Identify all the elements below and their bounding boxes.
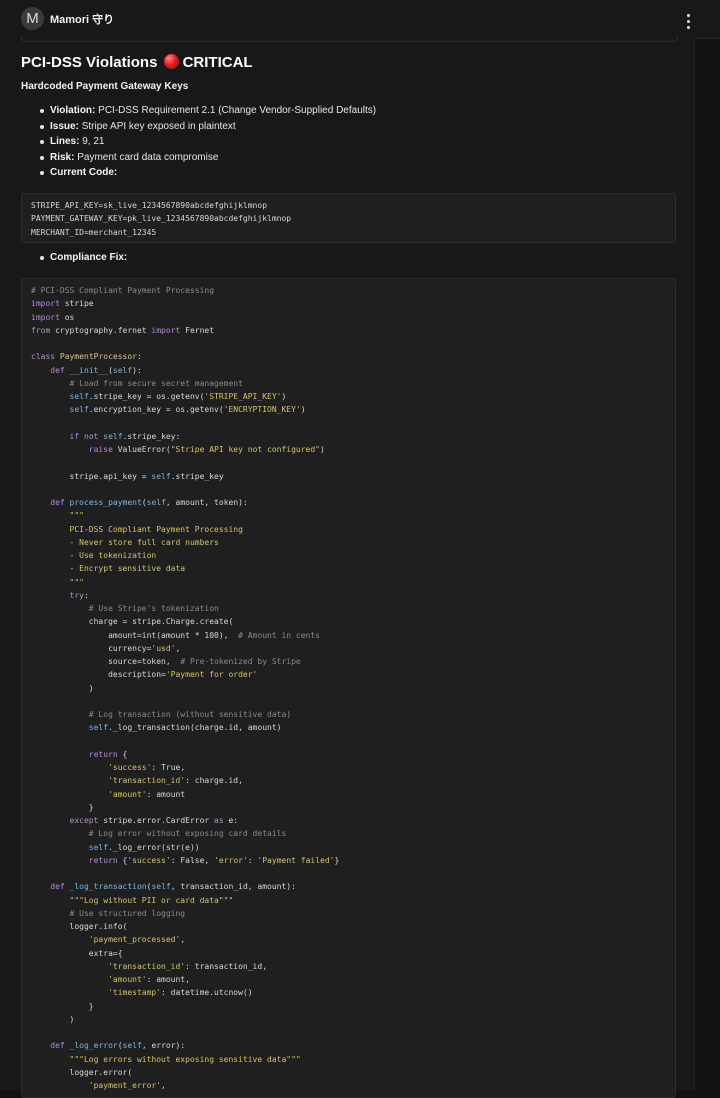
section-heading: Hardcoded Payment Gateway Keys bbox=[21, 81, 189, 92]
detail-label: Current Code bbox=[50, 167, 114, 178]
list-item: Current Code: bbox=[21, 165, 376, 181]
fix-list: Compliance Fix: bbox=[21, 250, 127, 266]
list-item: Compliance Fix: bbox=[21, 250, 127, 266]
detail-value: Payment card data compromise bbox=[77, 151, 219, 163]
red-circle-icon bbox=[163, 54, 179, 69]
previous-block-edge bbox=[21, 36, 678, 42]
severity-label: CRITICAL bbox=[182, 54, 253, 71]
fix-label: Compliance Fix bbox=[50, 252, 124, 263]
list-item: Lines: 9, 21 bbox=[21, 134, 376, 150]
current-code-block: STRIPE_API_KEY=sk_live_1234567890abcdefg… bbox=[21, 193, 676, 243]
detail-label: Lines bbox=[50, 136, 77, 147]
fix-code: # PCI-DSS Compliant Payment Processing i… bbox=[31, 286, 340, 1090]
title-text: PCI-DSS Violations bbox=[21, 54, 158, 71]
detail-label: Issue bbox=[50, 120, 76, 132]
more-options-icon[interactable] bbox=[678, 11, 698, 35]
detail-value: Stripe API key exposed in plaintext bbox=[81, 120, 236, 132]
current-code: STRIPE_API_KEY=sk_live_1234567890abcdefg… bbox=[31, 201, 292, 237]
list-item: Violation: PCI-DSS Requirement 2.1 (Chan… bbox=[21, 103, 376, 119]
list-item: Risk: Payment card data compromise bbox=[21, 150, 376, 166]
detail-label: Risk bbox=[50, 151, 72, 163]
app-title: Mamori 守り bbox=[50, 14, 115, 26]
top-bar: M Mamori 守り bbox=[0, 0, 720, 39]
avatar[interactable]: M bbox=[21, 7, 44, 30]
detail-value: 9, 21 bbox=[82, 136, 105, 147]
list-item: Issue: Stripe API key exposed in plainte… bbox=[21, 119, 376, 135]
fix-code-block: # PCI-DSS Compliant Payment Processing i… bbox=[21, 278, 676, 1098]
detail-label: Violation bbox=[50, 105, 93, 116]
detail-value: PCI-DSS Requirement 2.1 (Change Vendor-S… bbox=[98, 105, 377, 116]
details-list: Violation: PCI-DSS Requirement 2.1 (Chan… bbox=[21, 103, 376, 181]
page-title: PCI-DSS Violations CRITICAL bbox=[21, 54, 253, 71]
